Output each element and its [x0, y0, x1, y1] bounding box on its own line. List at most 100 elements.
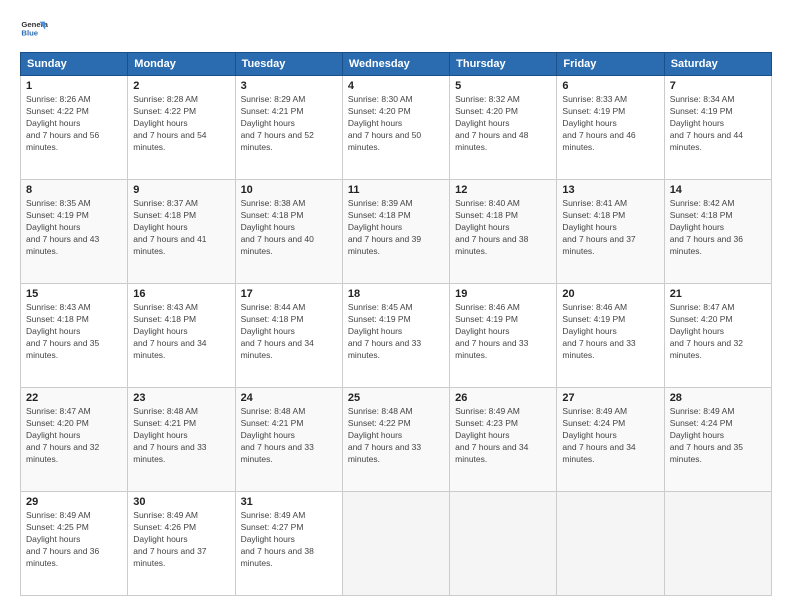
day-info: Sunrise: 8:49 AM Sunset: 4:24 PM Dayligh… — [562, 406, 658, 465]
day-number: 17 — [241, 288, 337, 300]
day-info: Sunrise: 8:49 AM Sunset: 4:27 PM Dayligh… — [241, 510, 337, 569]
day-info: Sunrise: 8:29 AM Sunset: 4:21 PM Dayligh… — [241, 94, 337, 153]
calendar-cell: 9 Sunrise: 8:37 AM Sunset: 4:18 PM Dayli… — [128, 180, 235, 284]
calendar-cell: 24 Sunrise: 8:48 AM Sunset: 4:21 PM Dayl… — [235, 388, 342, 492]
calendar-week-1: 1 Sunrise: 8:26 AM Sunset: 4:22 PM Dayli… — [21, 76, 772, 180]
calendar-cell: 6 Sunrise: 8:33 AM Sunset: 4:19 PM Dayli… — [557, 76, 664, 180]
calendar-week-2: 8 Sunrise: 8:35 AM Sunset: 4:19 PM Dayli… — [21, 180, 772, 284]
day-number: 15 — [26, 288, 122, 300]
day-info: Sunrise: 8:43 AM Sunset: 4:18 PM Dayligh… — [26, 302, 122, 361]
calendar-week-5: 29 Sunrise: 8:49 AM Sunset: 4:25 PM Dayl… — [21, 492, 772, 596]
calendar-cell — [342, 492, 449, 596]
day-number: 3 — [241, 80, 337, 92]
day-info: Sunrise: 8:33 AM Sunset: 4:19 PM Dayligh… — [562, 94, 658, 153]
day-number: 18 — [348, 288, 444, 300]
day-number: 1 — [26, 80, 122, 92]
calendar-header-friday: Friday — [557, 53, 664, 76]
calendar-cell: 4 Sunrise: 8:30 AM Sunset: 4:20 PM Dayli… — [342, 76, 449, 180]
day-number: 4 — [348, 80, 444, 92]
day-info: Sunrise: 8:41 AM Sunset: 4:18 PM Dayligh… — [562, 198, 658, 257]
page: General Blue SundayMondayTuesdayWednesda… — [0, 0, 792, 612]
day-number: 27 — [562, 392, 658, 404]
svg-text:Blue: Blue — [21, 29, 38, 38]
calendar-cell: 12 Sunrise: 8:40 AM Sunset: 4:18 PM Dayl… — [450, 180, 557, 284]
calendar-cell: 19 Sunrise: 8:46 AM Sunset: 4:19 PM Dayl… — [450, 284, 557, 388]
day-info: Sunrise: 8:46 AM Sunset: 4:19 PM Dayligh… — [455, 302, 551, 361]
day-info: Sunrise: 8:47 AM Sunset: 4:20 PM Dayligh… — [670, 302, 766, 361]
day-number: 16 — [133, 288, 229, 300]
calendar-cell: 28 Sunrise: 8:49 AM Sunset: 4:24 PM Dayl… — [664, 388, 771, 492]
day-number: 28 — [670, 392, 766, 404]
day-number: 26 — [455, 392, 551, 404]
calendar-cell: 2 Sunrise: 8:28 AM Sunset: 4:22 PM Dayli… — [128, 76, 235, 180]
calendar-cell: 25 Sunrise: 8:48 AM Sunset: 4:22 PM Dayl… — [342, 388, 449, 492]
day-info: Sunrise: 8:48 AM Sunset: 4:21 PM Dayligh… — [241, 406, 337, 465]
calendar-cell: 14 Sunrise: 8:42 AM Sunset: 4:18 PM Dayl… — [664, 180, 771, 284]
day-number: 25 — [348, 392, 444, 404]
day-info: Sunrise: 8:46 AM Sunset: 4:19 PM Dayligh… — [562, 302, 658, 361]
day-info: Sunrise: 8:37 AM Sunset: 4:18 PM Dayligh… — [133, 198, 229, 257]
day-info: Sunrise: 8:47 AM Sunset: 4:20 PM Dayligh… — [26, 406, 122, 465]
calendar-header-tuesday: Tuesday — [235, 53, 342, 76]
day-number: 10 — [241, 184, 337, 196]
day-number: 20 — [562, 288, 658, 300]
calendar-week-3: 15 Sunrise: 8:43 AM Sunset: 4:18 PM Dayl… — [21, 284, 772, 388]
day-info: Sunrise: 8:49 AM Sunset: 4:23 PM Dayligh… — [455, 406, 551, 465]
calendar-cell: 20 Sunrise: 8:46 AM Sunset: 4:19 PM Dayl… — [557, 284, 664, 388]
day-number: 21 — [670, 288, 766, 300]
day-number: 31 — [241, 496, 337, 508]
calendar-cell: 22 Sunrise: 8:47 AM Sunset: 4:20 PM Dayl… — [21, 388, 128, 492]
day-number: 6 — [562, 80, 658, 92]
calendar-cell: 3 Sunrise: 8:29 AM Sunset: 4:21 PM Dayli… — [235, 76, 342, 180]
day-info: Sunrise: 8:43 AM Sunset: 4:18 PM Dayligh… — [133, 302, 229, 361]
day-info: Sunrise: 8:48 AM Sunset: 4:22 PM Dayligh… — [348, 406, 444, 465]
day-info: Sunrise: 8:49 AM Sunset: 4:26 PM Dayligh… — [133, 510, 229, 569]
day-info: Sunrise: 8:45 AM Sunset: 4:19 PM Dayligh… — [348, 302, 444, 361]
calendar-cell: 16 Sunrise: 8:43 AM Sunset: 4:18 PM Dayl… — [128, 284, 235, 388]
day-number: 5 — [455, 80, 551, 92]
day-info: Sunrise: 8:40 AM Sunset: 4:18 PM Dayligh… — [455, 198, 551, 257]
day-info: Sunrise: 8:32 AM Sunset: 4:20 PM Dayligh… — [455, 94, 551, 153]
day-info: Sunrise: 8:49 AM Sunset: 4:24 PM Dayligh… — [670, 406, 766, 465]
calendar-cell: 11 Sunrise: 8:39 AM Sunset: 4:18 PM Dayl… — [342, 180, 449, 284]
calendar-header-saturday: Saturday — [664, 53, 771, 76]
day-number: 12 — [455, 184, 551, 196]
day-number: 14 — [670, 184, 766, 196]
day-number: 23 — [133, 392, 229, 404]
calendar-cell: 21 Sunrise: 8:47 AM Sunset: 4:20 PM Dayl… — [664, 284, 771, 388]
calendar-cell — [450, 492, 557, 596]
day-info: Sunrise: 8:42 AM Sunset: 4:18 PM Dayligh… — [670, 198, 766, 257]
day-number: 13 — [562, 184, 658, 196]
day-info: Sunrise: 8:44 AM Sunset: 4:18 PM Dayligh… — [241, 302, 337, 361]
day-number: 9 — [133, 184, 229, 196]
calendar-cell: 7 Sunrise: 8:34 AM Sunset: 4:19 PM Dayli… — [664, 76, 771, 180]
calendar-cell: 15 Sunrise: 8:43 AM Sunset: 4:18 PM Dayl… — [21, 284, 128, 388]
day-number: 29 — [26, 496, 122, 508]
calendar-cell: 30 Sunrise: 8:49 AM Sunset: 4:26 PM Dayl… — [128, 492, 235, 596]
calendar-cell: 1 Sunrise: 8:26 AM Sunset: 4:22 PM Dayli… — [21, 76, 128, 180]
day-info: Sunrise: 8:35 AM Sunset: 4:19 PM Dayligh… — [26, 198, 122, 257]
day-info: Sunrise: 8:39 AM Sunset: 4:18 PM Dayligh… — [348, 198, 444, 257]
day-info: Sunrise: 8:49 AM Sunset: 4:25 PM Dayligh… — [26, 510, 122, 569]
calendar-cell: 27 Sunrise: 8:49 AM Sunset: 4:24 PM Dayl… — [557, 388, 664, 492]
calendar-header-wednesday: Wednesday — [342, 53, 449, 76]
day-number: 8 — [26, 184, 122, 196]
calendar-header-thursday: Thursday — [450, 53, 557, 76]
day-number: 30 — [133, 496, 229, 508]
logo: General Blue — [20, 16, 52, 44]
day-number: 22 — [26, 392, 122, 404]
calendar-header-row: SundayMondayTuesdayWednesdayThursdayFrid… — [21, 53, 772, 76]
calendar-table: SundayMondayTuesdayWednesdayThursdayFrid… — [20, 52, 772, 596]
calendar-cell: 8 Sunrise: 8:35 AM Sunset: 4:19 PM Dayli… — [21, 180, 128, 284]
calendar-header-monday: Monday — [128, 53, 235, 76]
day-number: 19 — [455, 288, 551, 300]
calendar-cell: 26 Sunrise: 8:49 AM Sunset: 4:23 PM Dayl… — [450, 388, 557, 492]
calendar-cell: 18 Sunrise: 8:45 AM Sunset: 4:19 PM Dayl… — [342, 284, 449, 388]
calendar-cell: 13 Sunrise: 8:41 AM Sunset: 4:18 PM Dayl… — [557, 180, 664, 284]
calendar-week-4: 22 Sunrise: 8:47 AM Sunset: 4:20 PM Dayl… — [21, 388, 772, 492]
header: General Blue — [20, 16, 772, 44]
day-info: Sunrise: 8:26 AM Sunset: 4:22 PM Dayligh… — [26, 94, 122, 153]
calendar-cell: 5 Sunrise: 8:32 AM Sunset: 4:20 PM Dayli… — [450, 76, 557, 180]
day-number: 11 — [348, 184, 444, 196]
day-info: Sunrise: 8:48 AM Sunset: 4:21 PM Dayligh… — [133, 406, 229, 465]
